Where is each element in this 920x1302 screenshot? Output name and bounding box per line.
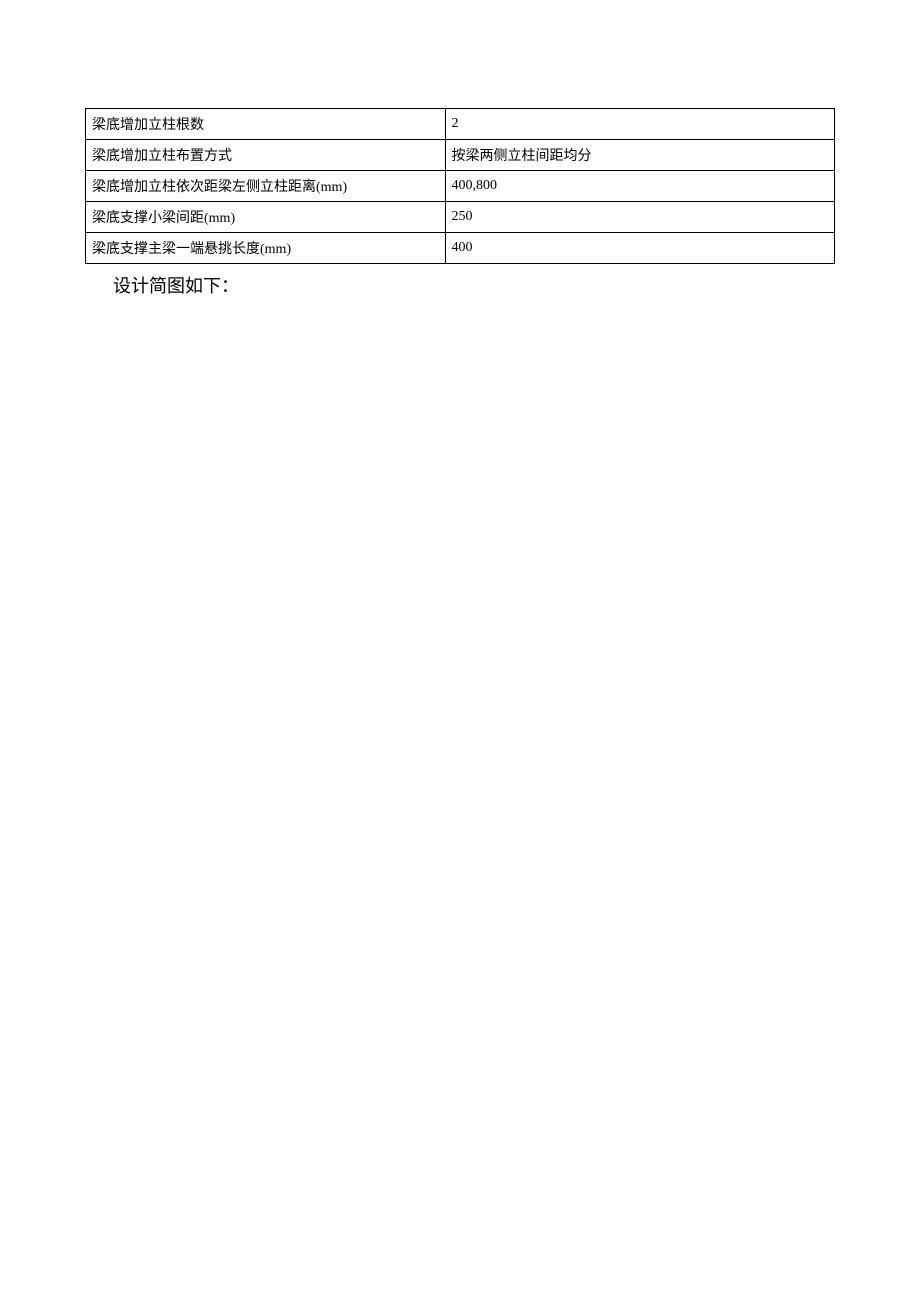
parameters-table: 梁底增加立柱根数 2 梁底增加立柱布置方式 按梁两侧立柱间距均分 梁底增加立柱依…	[85, 108, 835, 264]
param-label: 梁底增加立柱依次距梁左侧立柱距离(mm)	[86, 171, 446, 202]
param-label: 梁底增加立柱根数	[86, 109, 446, 140]
table-row: 梁底增加立柱布置方式 按梁两侧立柱间距均分	[86, 140, 835, 171]
table-row: 梁底增加立柱根数 2	[86, 109, 835, 140]
diagram-caption: 设计简图如下：	[113, 272, 835, 298]
table-row: 梁底支撑小梁间距(mm) 250	[86, 202, 835, 233]
param-value: 2	[445, 109, 834, 140]
param-value: 400,800	[445, 171, 834, 202]
param-value: 250	[445, 202, 834, 233]
table-row: 梁底支撑主梁一端悬挑长度(mm) 400	[86, 233, 835, 264]
param-label: 梁底增加立柱布置方式	[86, 140, 446, 171]
param-value: 按梁两侧立柱间距均分	[445, 140, 834, 171]
param-label: 梁底支撑主梁一端悬挑长度(mm)	[86, 233, 446, 264]
param-label: 梁底支撑小梁间距(mm)	[86, 202, 446, 233]
param-value: 400	[445, 233, 834, 264]
table-row: 梁底增加立柱依次距梁左侧立柱距离(mm) 400,800	[86, 171, 835, 202]
